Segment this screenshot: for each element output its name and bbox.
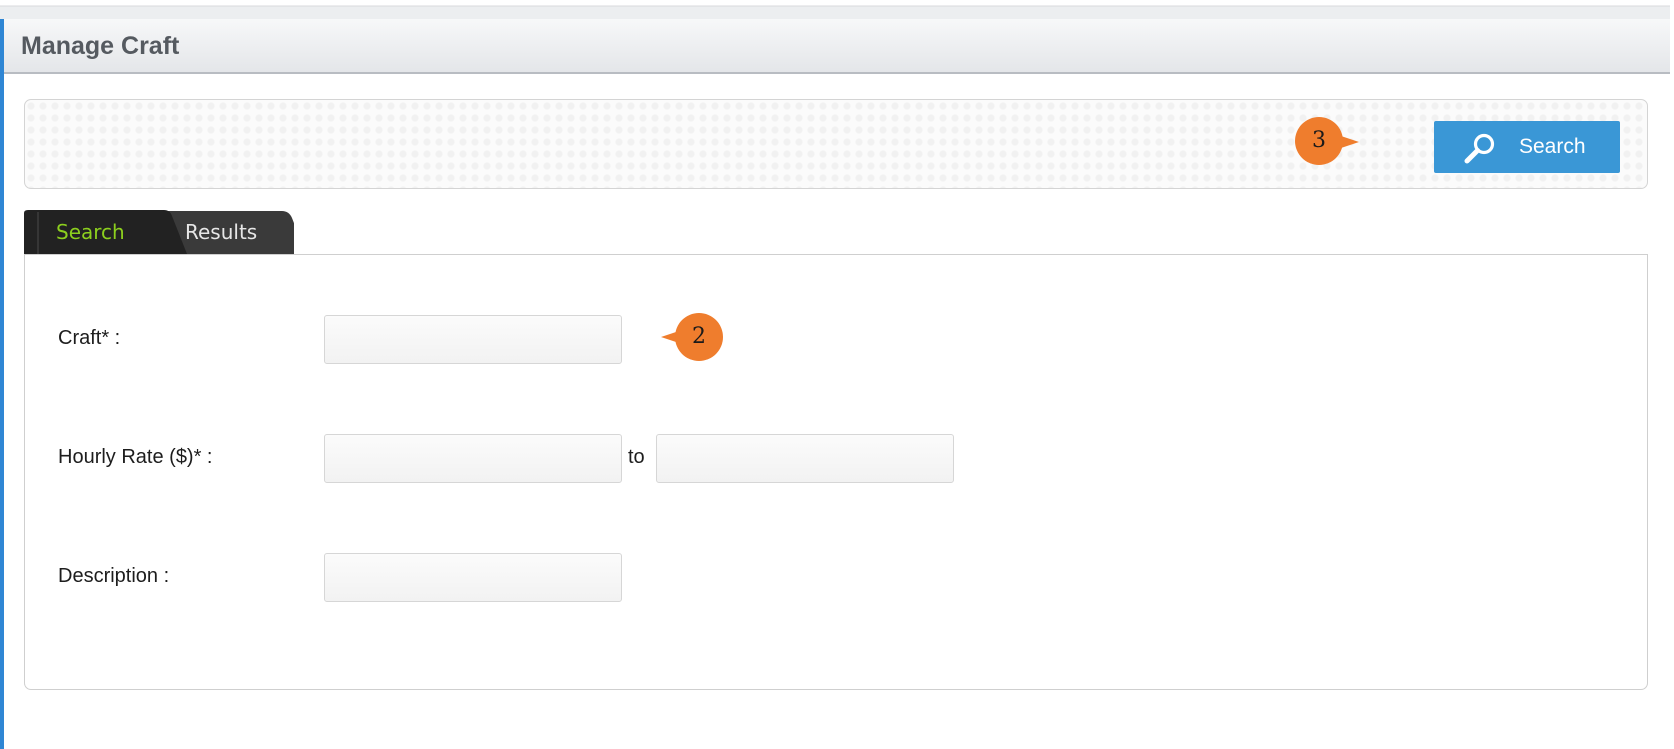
hourly-rate-from-input[interactable] [324,434,622,483]
search-button[interactable]: Search [1434,121,1620,173]
tab-search[interactable]: Search [56,220,125,244]
hourly-rate-label: Hourly Rate ($)* : [58,446,213,468]
callout-search-number: 3 [1312,128,1326,153]
page-header: Manage Craft [4,19,1670,74]
callout-craft-number: 2 [692,324,706,349]
callout-search: 3 [1295,117,1343,165]
description-input[interactable] [324,553,622,602]
description-label: Description : [58,565,170,587]
callout-craft: 2 [675,313,723,361]
search-button-label: Search [1519,135,1586,158]
to-label: to [628,446,645,468]
hourly-rate-to-input[interactable] [656,434,954,483]
craft-input[interactable] [324,315,622,364]
search-toolbar: 3 Search [24,99,1648,189]
tab-bar: Search Results [24,210,294,254]
window-top-strip [0,0,1674,19]
tab-results[interactable]: Results [185,220,257,244]
page-title: Manage Craft [21,32,180,60]
search-icon [1464,132,1496,164]
search-form-panel: Craft* : 2 Hourly Rate ($)* : to Descrip… [24,254,1648,690]
craft-label: Craft* : [58,327,121,349]
left-accent-rail [0,19,4,749]
right-edge [1670,0,1674,749]
callout-search-pointer [1341,136,1359,148]
